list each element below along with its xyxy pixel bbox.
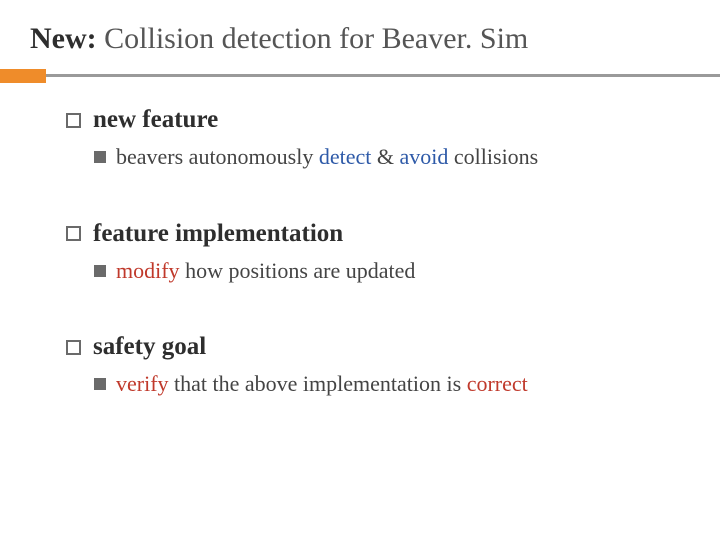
sub-text: verify that the above implementation is …: [116, 369, 528, 399]
content-area: new feature beavers autonomously detect …: [0, 78, 720, 399]
title-rest: Collision detection for Beaver. Sim: [97, 22, 529, 55]
sub-hl2: correct: [467, 371, 528, 396]
sub-post: collisions: [448, 144, 538, 169]
title-area: New: Collision detection for Beaver. Sim: [0, 0, 720, 64]
sub-hl1: detect: [319, 144, 372, 169]
sub-mid: &: [371, 144, 399, 169]
title-rule: [0, 74, 720, 78]
sub-hl2: avoid: [400, 144, 449, 169]
section-sub: modify how positions are updated: [66, 256, 690, 286]
sub-hl1: verify: [116, 371, 169, 396]
section-sub: verify that the above implementation is …: [66, 369, 690, 399]
accent-block: [0, 69, 46, 83]
sub-text: modify how positions are updated: [116, 256, 415, 286]
section: safety goal verify that the above implem…: [66, 333, 690, 399]
section: feature implementation modify how positi…: [66, 220, 690, 286]
sub-text: beavers autonomously detect & avoid coll…: [116, 142, 538, 172]
square-bullet-icon: [66, 226, 81, 241]
sub-mid: that the above implementation is: [169, 371, 467, 396]
solid-bullet-icon: [94, 265, 106, 277]
sub-pre: beavers autonomously: [116, 144, 319, 169]
solid-bullet-icon: [94, 151, 106, 163]
title-new-label: New:: [30, 22, 97, 55]
section-head: safety goal: [66, 333, 690, 361]
section-head-text: feature implementation: [93, 220, 343, 248]
slide-title: New: Collision detection for Beaver. Sim: [30, 22, 690, 56]
section-head: new feature: [66, 106, 690, 134]
section-sub: beavers autonomously detect & avoid coll…: [66, 142, 690, 172]
section-head-text: safety goal: [93, 333, 206, 361]
section: new feature beavers autonomously detect …: [66, 106, 690, 172]
rule-line: [0, 74, 720, 77]
solid-bullet-icon: [94, 378, 106, 390]
square-bullet-icon: [66, 113, 81, 128]
section-head-text: new feature: [93, 106, 218, 134]
sub-hl1: modify: [116, 258, 180, 283]
sub-mid: how positions are updated: [180, 258, 416, 283]
square-bullet-icon: [66, 340, 81, 355]
section-head: feature implementation: [66, 220, 690, 248]
